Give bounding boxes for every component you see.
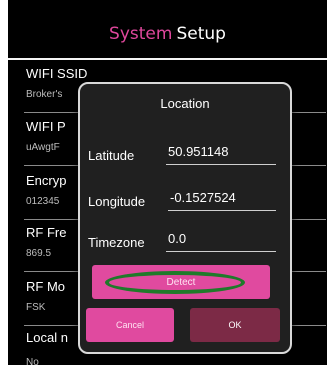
longitude-label: Longitude: [88, 194, 146, 209]
cancel-button[interactable]: Cancel: [86, 308, 174, 342]
latitude-underline: [166, 164, 276, 165]
page-title: System Setup: [8, 14, 327, 54]
timezone-row: Timezone 0.0: [88, 227, 284, 257]
timezone-label: Timezone: [88, 235, 145, 250]
setting-label: WIFI SSID: [26, 66, 88, 81]
ok-button[interactable]: OK: [190, 308, 280, 342]
latitude-input[interactable]: 50.951148: [168, 144, 229, 159]
title-setup: Setup: [176, 24, 226, 44]
longitude-underline: [168, 210, 276, 211]
title-divider: [8, 58, 327, 60]
dialog-title: Location: [160, 96, 210, 111]
longitude-row: Longitude -0.1527524: [88, 186, 284, 216]
cancel-button-label: Cancel: [115, 320, 144, 330]
ok-button-label: OK: [228, 320, 242, 330]
setting-value: No: [26, 357, 39, 365]
timezone-underline: [166, 251, 276, 252]
app-screen: System Setup WIFI SSID Broker's WIFI P uA…: [8, 0, 327, 365]
detect-button[interactable]: Detect: [92, 265, 270, 299]
detect-button-label: Detect: [166, 276, 196, 288]
longitude-input[interactable]: -0.1527524: [170, 190, 236, 205]
location-dialog: Location Latitude 50.951148 Longitude -0…: [78, 82, 292, 354]
timezone-input[interactable]: 0.0: [168, 231, 186, 246]
latitude-row: Latitude 50.951148: [88, 140, 284, 170]
title-system: System: [109, 24, 173, 44]
latitude-label: Latitude: [88, 148, 135, 163]
